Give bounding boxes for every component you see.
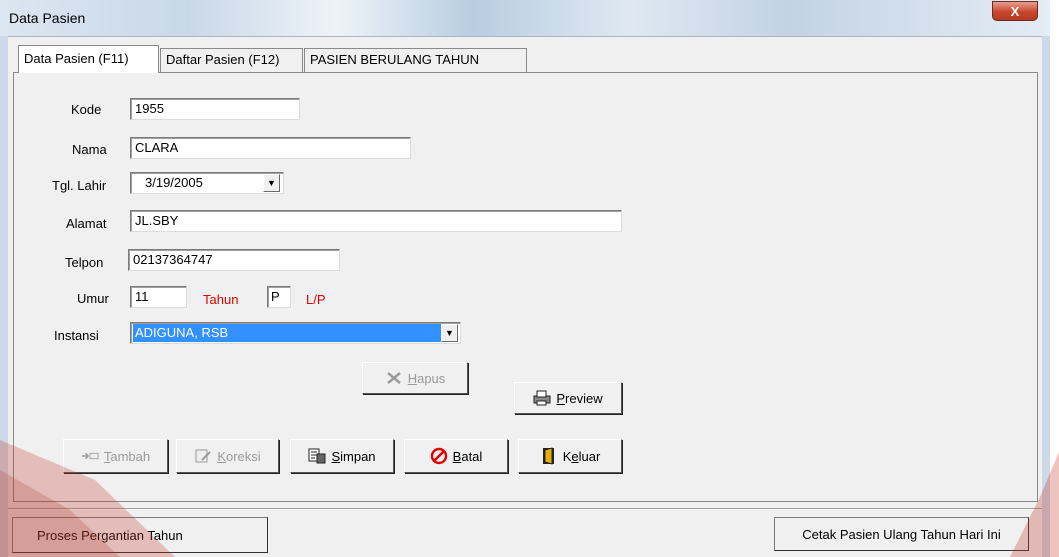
simpan-button[interactable]: Simpan — [290, 439, 394, 473]
delete-icon — [385, 370, 403, 386]
tgl-lahir-datepicker[interactable]: 3/19/2005 — [130, 172, 284, 194]
koreksi-button[interactable]: Koreksi — [176, 439, 279, 473]
kode-label: Kode — [71, 102, 102, 117]
exit-door-icon — [540, 447, 558, 465]
telpon-input[interactable]: 02137364747 — [128, 249, 340, 271]
instansi-selected-value: ADIGUNA, RSB — [133, 324, 442, 342]
umur-unit-label: Tahun — [203, 292, 239, 307]
telpon-label: Telpon — [65, 255, 104, 270]
tab-daftar-pasien[interactable]: Daftar Pasien (F12) — [160, 48, 303, 72]
proses-label: Proses Pergantian Tahun — [37, 527, 183, 543]
tab-data-pasien[interactable]: Data Pasien (F11) — [18, 45, 159, 73]
instansi-select[interactable]: ADIGUNA, RSB — [130, 322, 461, 344]
cetak-pasien-ulang-tahun-button[interactable]: Cetak Pasien Ulang Tahun Hari Ini — [774, 517, 1029, 551]
keluar-label: Keluar — [562, 448, 601, 464]
close-button[interactable]: X — [992, 1, 1038, 21]
batal-label: Batal — [452, 448, 483, 464]
jenis-kelamin-hint: L/P — [306, 292, 326, 307]
title-bar[interactable] — [0, 0, 1050, 37]
tab-label: Daftar Pasien (F12) — [166, 52, 280, 67]
tab-pasien-berulang-tahun[interactable]: PASIEN BERULANG TAHUN — [304, 48, 527, 72]
batal-button[interactable]: Batal — [404, 439, 508, 473]
add-record-icon — [81, 448, 99, 464]
chevron-down-icon: ▼ — [445, 328, 454, 338]
tab-label: PASIEN BERULANG TAHUN — [310, 52, 480, 67]
hapus-label: Hapus — [407, 370, 446, 386]
edit-document-icon — [194, 448, 212, 464]
preview-button[interactable]: Preview — [514, 382, 622, 414]
tgl-lahir-value: 3/19/2005 — [145, 175, 203, 190]
tab-label: Data Pasien (F11) — [24, 51, 129, 66]
cancel-icon — [430, 447, 448, 465]
instansi-label: Instansi — [54, 328, 99, 343]
cetak-label: Cetak Pasien Ulang Tahun Hari Ini — [802, 526, 1001, 542]
nama-input[interactable]: CLARA — [130, 137, 411, 159]
save-icon — [308, 448, 326, 464]
window-title: Data Pasien — [9, 10, 86, 26]
hapus-button[interactable]: Hapus — [362, 362, 468, 394]
instansi-dropdown-button[interactable]: ▼ — [441, 324, 458, 342]
window-frame-left — [0, 36, 8, 557]
koreksi-label: Koreksi — [217, 448, 261, 464]
printer-icon — [533, 390, 551, 406]
window-frame-right — [1042, 36, 1050, 557]
keluar-button[interactable]: Keluar — [518, 439, 622, 473]
alamat-label: Alamat — [66, 216, 107, 231]
tgl-lahir-label: Tgl. Lahir — [52, 178, 107, 193]
chevron-down-icon: ▼ — [267, 178, 276, 188]
close-icon: X — [1010, 4, 1020, 19]
preview-label: Preview — [556, 390, 603, 406]
tambah-label: Tambah — [103, 448, 151, 464]
tgl-lahir-dropdown-button[interactable]: ▼ — [263, 174, 280, 192]
kode-input[interactable]: 1955 — [130, 98, 300, 120]
alamat-input[interactable]: JL.SBY — [130, 210, 622, 232]
proses-pergantian-tahun-button[interactable]: Proses Pergantian Tahun — [12, 517, 268, 553]
jenis-kelamin-input[interactable]: P — [267, 286, 291, 308]
tambah-button[interactable]: Tambah — [63, 439, 168, 473]
umur-input[interactable]: 11 — [130, 286, 187, 308]
nama-label: Nama — [72, 142, 107, 157]
umur-label: Umur — [77, 291, 109, 306]
bottom-divider — [8, 508, 1042, 510]
simpan-label: Simpan — [331, 448, 376, 464]
